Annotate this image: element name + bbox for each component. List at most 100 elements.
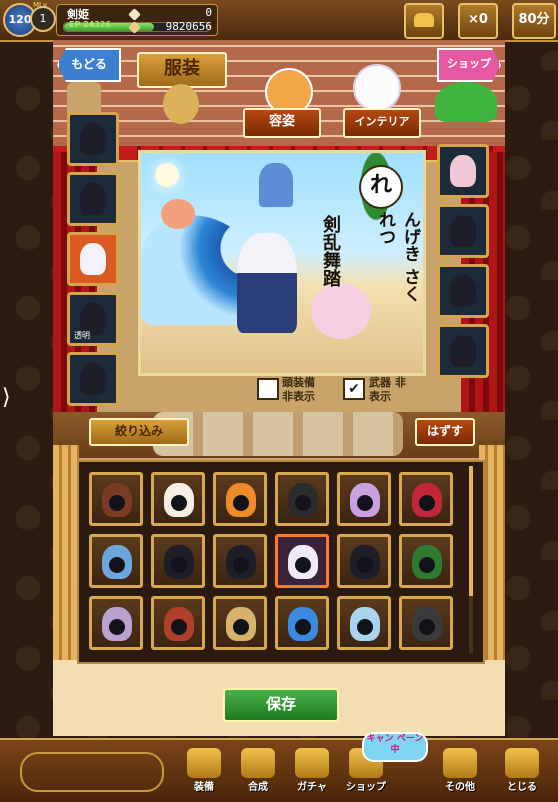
item-mask-demon[interactable] (399, 596, 453, 650)
face-silhouette (109, 619, 125, 635)
item-hat-top-gold[interactable] (337, 472, 391, 526)
outfit-slot-pose-icon (450, 335, 476, 367)
character-preview-scene: れ んげき さくれつ 剣乱舞踏 (138, 150, 426, 376)
face-silhouette (233, 619, 249, 635)
nav-gacha[interactable]: ガチャ (286, 746, 338, 798)
face-silhouette (419, 619, 435, 635)
item-horn-red[interactable] (151, 534, 205, 588)
nav-close[interactable]: とじる (496, 746, 548, 798)
face-silhouette (357, 557, 373, 573)
outfit-slot-hair-icon (450, 215, 476, 247)
item-hood-dark[interactable] (213, 534, 267, 588)
outfit-slot-hair[interactable] (437, 204, 489, 258)
nav-equip-icon (187, 748, 221, 778)
item-strawhat[interactable] (213, 596, 267, 650)
filter-button[interactable]: 絞り込み (89, 418, 189, 446)
face-silhouette (109, 495, 125, 511)
hide-head-checkbox[interactable] (257, 378, 279, 400)
ep-value: 24326 (83, 20, 111, 29)
tab-appearance[interactable]: 容姿 (243, 108, 321, 138)
hide-weapon-checkbox[interactable]: ✔ (343, 378, 365, 400)
item-grid-scrollbar[interactable] (469, 466, 473, 654)
tab-interior[interactable]: インテリア (343, 108, 421, 138)
item-hood-orange[interactable] (213, 472, 267, 526)
mlv-badge: 1 (30, 6, 56, 32)
nav-label: 合成 (248, 782, 268, 793)
stamina-timer[interactable]: 80分 (512, 3, 556, 39)
item-hood-pink-star[interactable] (337, 534, 391, 588)
item-hair-red-braid[interactable] (151, 596, 205, 650)
item-bow-blue[interactable] (275, 596, 329, 650)
item-wreath-green[interactable] (399, 534, 453, 588)
outfit-slot-shoes-icon (80, 363, 106, 395)
face-silhouette (171, 619, 187, 635)
side-expand-chevron-icon[interactable]: ⟩ (2, 385, 11, 410)
item-hair-red[interactable] (399, 472, 453, 526)
mascot-hanging-icon (163, 84, 199, 124)
outfit-slot-head[interactable] (67, 232, 119, 286)
hide-head-label: 頭装備 非表示 (282, 376, 315, 403)
outfit-slot-coat[interactable] (67, 112, 119, 166)
outfit-slot-body-icon (450, 275, 476, 307)
remove-button[interactable]: はずす (415, 418, 475, 446)
top-status-bar: 120 MLv 1 剣姫 EP 24326 0 9820656 ×0 80分 (0, 0, 558, 42)
gem-icon (128, 8, 141, 21)
campaign-badge[interactable]: キャン ペーン中 (362, 732, 428, 762)
nav-label: ショップ (346, 782, 386, 793)
friends-button[interactable] (404, 3, 444, 39)
dressing-room-stage: もどる 服装 容姿 インテリア ショップ 透明 れ んげき さくれつ 剣乱舞踏 … (53, 40, 505, 736)
face-silhouette (233, 557, 249, 573)
save-button[interactable]: 保存 (223, 688, 339, 722)
shop-button[interactable]: ショップ (437, 48, 501, 82)
nav-label: ガチャ (297, 782, 327, 793)
coin-icon (128, 21, 141, 34)
ticket-count-button[interactable]: ×0 (458, 3, 498, 39)
face-silhouette (171, 495, 187, 511)
back-button[interactable]: もどる (57, 48, 121, 82)
nav-equip[interactable]: 装備 (178, 746, 230, 798)
face-silhouette (419, 495, 435, 511)
outfit-slot-pants[interactable] (67, 172, 119, 226)
shop-turtle-icon (435, 82, 497, 122)
item-helmet-horn[interactable] (275, 472, 329, 526)
item-cap-lightblue[interactable] (337, 596, 391, 650)
flying-character-image (259, 163, 293, 207)
currency-top: 0 (205, 6, 212, 19)
item-hood-cat-white[interactable] (275, 534, 329, 588)
friends-icon (414, 13, 434, 27)
outfit-slot-weapon[interactable] (437, 144, 489, 198)
outfit-slot-shoes[interactable] (67, 352, 119, 406)
currency-box: 0 9820656 (122, 4, 218, 34)
face-silhouette (295, 619, 311, 635)
nav-label: その他 (445, 782, 475, 793)
slot-label: 透明 (74, 331, 90, 340)
item-cap-white[interactable] (151, 472, 205, 526)
nav-close-icon (505, 748, 539, 778)
item-crown-blue[interactable] (89, 534, 143, 588)
scrollbar-thumb[interactable] (469, 466, 473, 596)
nav-synthesis[interactable]: 合成 (232, 746, 284, 798)
interior-bunny-icon (353, 64, 401, 112)
face-silhouette (357, 619, 373, 635)
outfit-slot-head-icon (80, 243, 106, 275)
face-silhouette (295, 557, 311, 573)
face-silhouette (109, 557, 125, 573)
item-hood-brown[interactable] (89, 472, 143, 526)
nav-gacha-icon (295, 748, 329, 778)
skill-name: 剣乱舞踏 (320, 215, 341, 287)
nav-label: 装備 (194, 782, 214, 793)
face-silhouette (233, 495, 249, 511)
skill-badge: れ (359, 165, 403, 209)
face-silhouette (357, 495, 373, 511)
face-silhouette (171, 557, 187, 573)
outfit-slot-accessory[interactable]: 透明 (67, 292, 119, 346)
outfit-slot-body[interactable] (437, 264, 489, 318)
sun-icon (155, 163, 179, 187)
item-hood-lavender[interactable] (89, 596, 143, 650)
outfit-slot-pants-icon (80, 183, 106, 215)
nav-other[interactable]: その他 (434, 746, 486, 798)
nav-synthesis-icon (241, 748, 275, 778)
outfit-slot-pose[interactable] (437, 324, 489, 378)
wave-rider-image (161, 199, 195, 229)
tab-costume[interactable]: 服装 (137, 52, 227, 88)
